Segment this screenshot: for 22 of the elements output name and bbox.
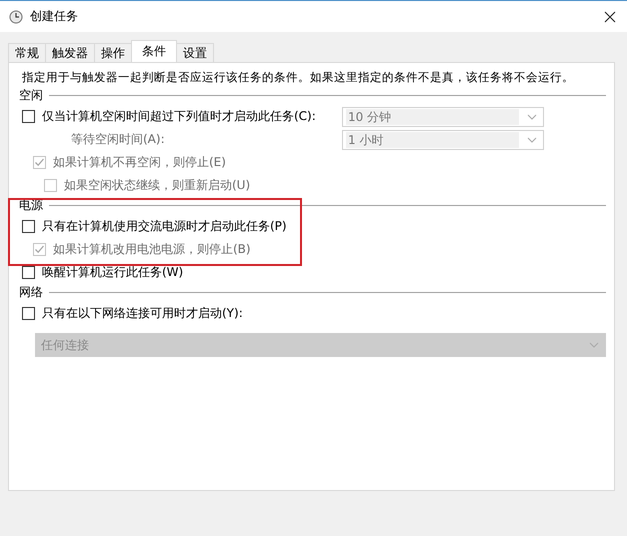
checkbox[interactable]: 只有在以下网络连接可用时才启动(Y): <box>22 305 544 322</box>
tab[interactable]: 操作 <box>94 43 132 62</box>
section-title: 网络 <box>19 284 44 300</box>
tab[interactable]: 设置 <box>176 43 214 62</box>
section-title: 电源 <box>19 196 44 214</box>
section-title: 空闲 <box>19 86 44 104</box>
checkmark-icon <box>34 244 45 255</box>
tab[interactable]: 触发器 <box>45 43 95 62</box>
checkmark-icon <box>34 157 45 168</box>
caret-icon <box>589 342 599 348</box>
caret-icon <box>527 136 537 142</box>
caret-icon <box>527 114 537 120</box>
checkbox[interactable]: 只有在计算机使用交流电源时才启动此任务(P) <box>22 218 544 235</box>
close-icon[interactable] <box>604 10 616 22</box>
checkbox[interactable]: 仅当计算机空闲时间超过下列值时才启动此任务(C): <box>22 108 342 125</box>
checkbox[interactable]: 唤醒计算机运行此任务(W) <box>22 264 544 281</box>
window-title: 创建任务 <box>30 8 79 25</box>
tab[interactable]: 条件 <box>131 40 177 62</box>
clock-icon <box>9 10 23 24</box>
tab[interactable]: 常规 <box>8 43 46 62</box>
field-label: 等待空闲时间(A): <box>70 131 166 148</box>
description-text: 指定用于与触发器一起判断是否应运行该任务的条件。如果这里指定的条件不是真，该任务将不会运行。 <box>22 70 575 85</box>
